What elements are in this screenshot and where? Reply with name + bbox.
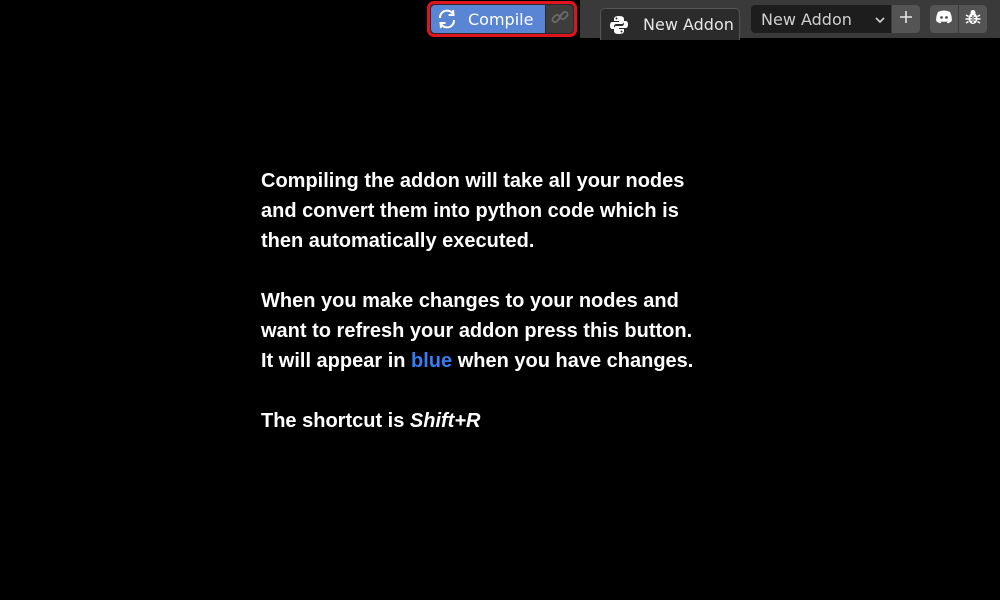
tooltip-line: The shortcut is Shift+R xyxy=(261,406,761,436)
tooltip-line: Compiling the addon will take all your n… xyxy=(261,170,685,192)
tooltip-line: want to refresh your addon press this bu… xyxy=(261,320,693,342)
tooltip-line: then automatically executed. xyxy=(261,230,535,252)
plus-icon xyxy=(898,9,914,29)
top-toolbar: Compile New Addon New Addon xyxy=(0,0,1000,40)
tooltip-line: It will appear in blue when you have cha… xyxy=(261,346,761,376)
link-toggle-button[interactable] xyxy=(546,5,573,33)
tooltip-paragraph-usage: When you make changes to your nodes and … xyxy=(261,286,761,376)
addon-select-value: New Addon xyxy=(761,9,852,29)
tooltip-paragraph-description: Compiling the addon will take all your n… xyxy=(261,166,761,256)
tooltip-text: It will appear in xyxy=(261,350,412,372)
tooltip-blue-word: blue xyxy=(411,350,453,372)
tooltip-line: and convert them into python code which … xyxy=(261,200,679,222)
tooltip-text: when you have changes. xyxy=(452,350,694,372)
tooltip-shortcut-key: Shift+R xyxy=(409,410,481,432)
addon-select-dropdown[interactable]: New Addon xyxy=(751,5,891,33)
refresh-icon xyxy=(436,8,458,30)
discord-button[interactable] xyxy=(930,5,958,33)
compile-button[interactable]: Compile xyxy=(431,5,545,33)
python-icon xyxy=(607,13,631,37)
tooltip-paragraph-shortcut: The shortcut is Shift+R xyxy=(261,406,761,436)
tab-new-addon-label: New Addon xyxy=(643,15,734,34)
bug-report-button[interactable] xyxy=(959,5,987,33)
link-icon xyxy=(550,7,570,31)
chevron-down-icon xyxy=(873,12,887,26)
tab-new-addon[interactable]: New Addon xyxy=(600,8,740,40)
compile-tooltip: Compiling the addon will take all your n… xyxy=(261,166,761,466)
compile-label: Compile xyxy=(468,9,534,29)
add-addon-button[interactable] xyxy=(892,5,920,33)
bug-icon xyxy=(963,7,983,31)
tooltip-shortcut-prefix: The shortcut is xyxy=(261,410,410,432)
tooltip-line: When you make changes to your nodes and xyxy=(261,290,679,312)
discord-icon xyxy=(934,7,954,31)
screen: Compile New Addon New Addon Compiling th… xyxy=(0,0,1000,600)
